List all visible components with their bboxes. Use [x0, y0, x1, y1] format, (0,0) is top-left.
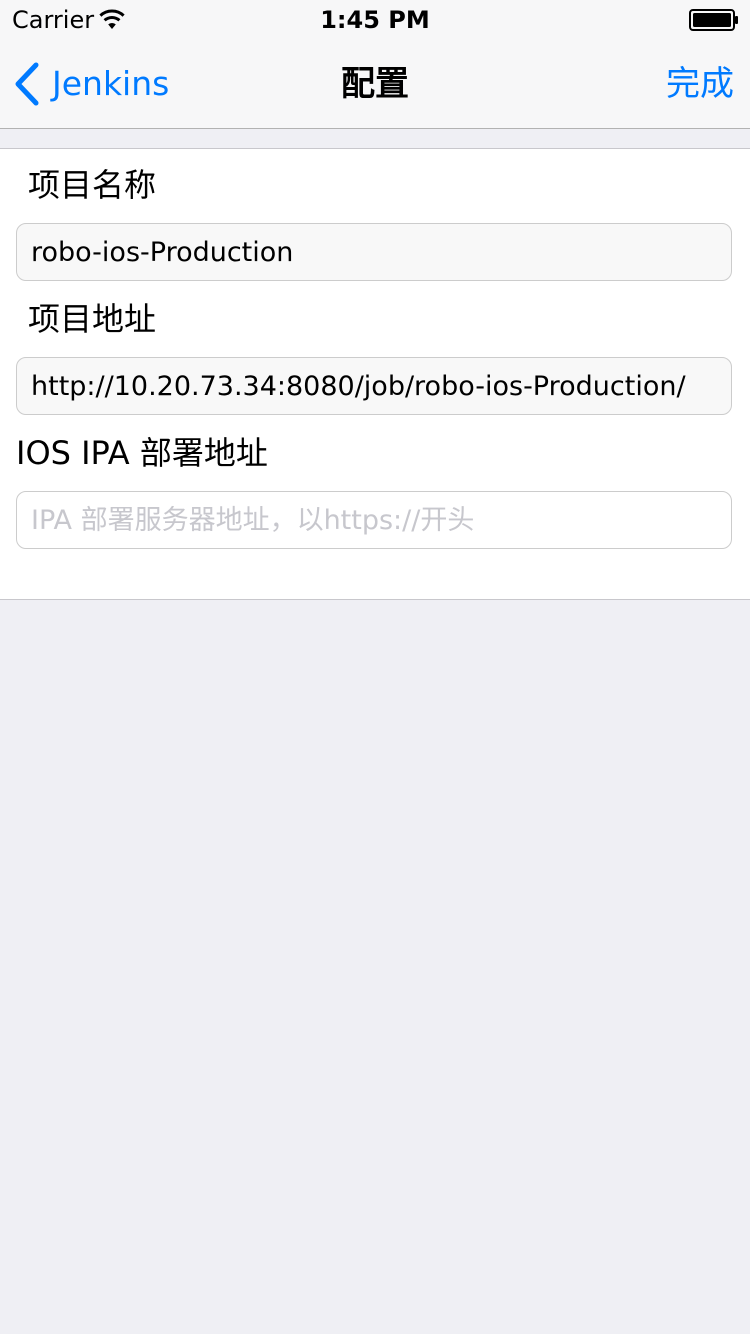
battery-icon	[689, 9, 738, 31]
ipa-url-label: IOS IPA 部署地址	[16, 434, 268, 472]
navigation-area: Carrier 1:45 PM Jenkins 配置 完成	[0, 0, 750, 129]
done-button[interactable]: 完成	[666, 64, 734, 104]
project-url-input[interactable]	[16, 357, 732, 415]
ipa-url-input[interactable]	[16, 491, 732, 549]
project-url-label: 项目地址	[28, 300, 157, 338]
status-bar: Carrier 1:45 PM	[0, 0, 750, 40]
status-time: 1:45 PM	[320, 6, 430, 34]
page-title: 配置	[341, 64, 409, 104]
navigation-bar: Jenkins 配置 完成	[0, 40, 750, 128]
project-name-input[interactable]	[16, 223, 732, 281]
config-form: 项目名称 项目地址 IOS IPA 部署地址	[0, 148, 750, 600]
project-name-label: 项目名称	[28, 166, 157, 204]
